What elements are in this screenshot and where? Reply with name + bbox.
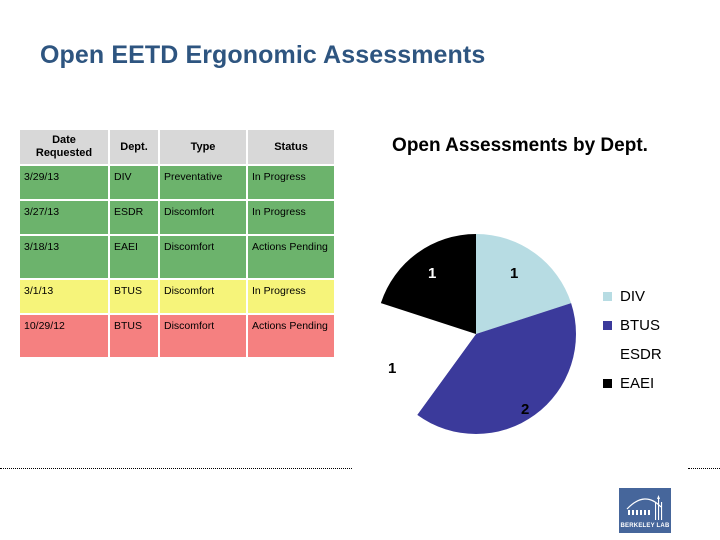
cell-dept: BTUS [110, 315, 158, 357]
legend-swatch-icon [603, 321, 612, 330]
pie-svg [375, 234, 577, 435]
assessments-table: Date Requested Dept. Type Status 3/29/13… [18, 128, 336, 359]
cell-dept: EAEI [110, 236, 158, 278]
footer-divider-left [0, 468, 352, 469]
table-header-row: Date Requested Dept. Type Status [20, 130, 334, 164]
cell-date: 10/29/12 [20, 315, 108, 357]
table-row: 3/1/13 BTUS Discomfort In Progress [20, 280, 334, 313]
chart-title: Open Assessments by Dept. [392, 135, 648, 156]
column-header-date: Date Requested [20, 130, 108, 164]
pie-data-label-btus: 2 [521, 401, 530, 418]
page-title: Open EETD Ergonomic Assessments [40, 41, 486, 69]
legend-item-btus: BTUS [603, 311, 713, 340]
cell-status: Actions Pending [248, 236, 334, 278]
chart-legend: DIV BTUS ESDR EAEI [603, 282, 713, 398]
logo-wordmark: BERKELEY LAB [620, 523, 670, 529]
legend-swatch-icon [603, 292, 612, 301]
column-header-status: Status [248, 130, 334, 164]
legend-swatch-icon [603, 350, 612, 359]
legend-label: EAEI [620, 375, 655, 392]
cell-date: 3/27/13 [20, 201, 108, 234]
table-row: 3/27/13 ESDR Discomfort In Progress [20, 201, 334, 234]
legend-item-esdr: ESDR [603, 340, 713, 369]
cell-type: Discomfort [160, 236, 246, 278]
footer-divider-right [688, 468, 720, 469]
cell-type: Discomfort [160, 201, 246, 234]
legend-label: BTUS [620, 317, 661, 334]
pie-data-label-eaei: 1 [428, 265, 437, 282]
cell-dept: ESDR [110, 201, 158, 234]
legend-item-div: DIV [603, 282, 713, 311]
column-header-dept: Dept. [110, 130, 158, 164]
cell-dept: BTUS [110, 280, 158, 313]
legend-label: ESDR [620, 346, 662, 363]
pie-data-label-div: 1 [510, 265, 519, 282]
cell-status: In Progress [248, 280, 334, 313]
cell-dept: DIV [110, 166, 158, 199]
berkeley-lab-logo: BERKELEY LAB [619, 488, 671, 533]
table-row: 3/18/13 EAEI Discomfort Actions Pending [20, 236, 334, 278]
cell-type: Preventative [160, 166, 246, 199]
column-header-type: Type [160, 130, 246, 164]
cell-date: 3/18/13 [20, 236, 108, 278]
legend-label: DIV [620, 288, 646, 305]
cell-date: 3/29/13 [20, 166, 108, 199]
cell-status: In Progress [248, 166, 334, 199]
slide-canvas: Open EETD Ergonomic Assessments Date Req… [0, 0, 720, 540]
table-row: 10/29/12 BTUS Discomfort Actions Pending [20, 315, 334, 357]
pie-data-label-esdr: 1 [388, 360, 397, 377]
cell-date: 3/1/13 [20, 280, 108, 313]
legend-item-eaei: EAEI [603, 369, 713, 398]
pie-graphic: 1 2 1 1 [374, 232, 578, 436]
table-body: 3/29/13 DIV Preventative In Progress 3/2… [20, 166, 334, 357]
table-row: 3/29/13 DIV Preventative In Progress [20, 166, 334, 199]
pie-chart: Open Assessments by Dept. 1 2 1 1 DIV BT… [355, 125, 705, 445]
berkeley-lab-arch-icon [626, 495, 663, 520]
legend-swatch-icon [603, 379, 612, 388]
cell-status: In Progress [248, 201, 334, 234]
cell-type: Discomfort [160, 315, 246, 357]
cell-type: Discomfort [160, 280, 246, 313]
cell-status: Actions Pending [248, 315, 334, 357]
